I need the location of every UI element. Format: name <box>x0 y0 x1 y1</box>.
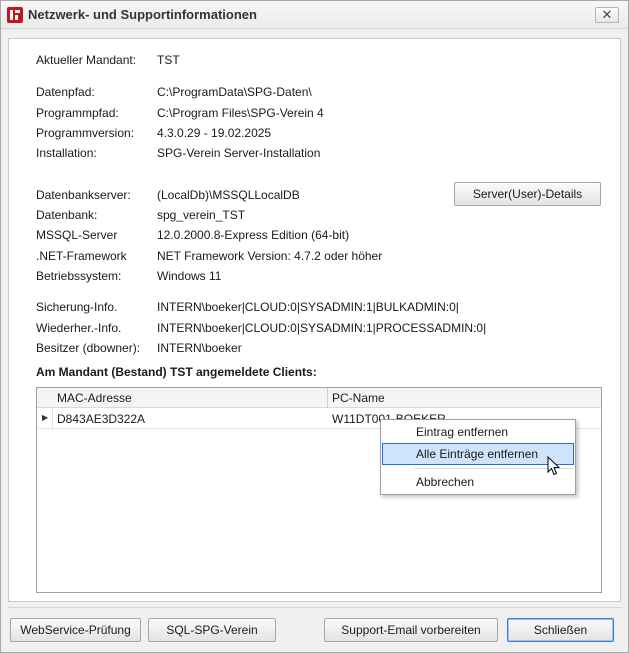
wiederher-value: INTERN\boeker|CLOUD:0|SYSADMIN:1|PROCESS… <box>157 321 487 335</box>
menu-item-cancel[interactable]: Abbrechen <box>382 471 574 493</box>
sql-spg-verein-button[interactable]: SQL-SPG-Verein <box>148 618 276 642</box>
wiederher-label: Wiederher.-Info. <box>36 321 122 335</box>
installation-value: SPG-Verein Server-Installation <box>157 146 321 160</box>
datenbankserver-label: Datenbankserver: <box>36 188 131 202</box>
column-divider[interactable] <box>327 388 328 408</box>
title-bar[interactable]: Netzwerk- und Supportinformationen ✕ <box>1 1 628 29</box>
close-window-button[interactable]: ✕ <box>595 7 619 23</box>
mandant-label: Aktueller Mandant: <box>36 53 137 67</box>
os-label: Betriebssystem: <box>36 269 122 283</box>
footer-divider <box>8 607 621 608</box>
dotnet-label: .NET-Framework <box>36 249 127 263</box>
mssql-label: MSSQL-Server <box>36 228 118 242</box>
programmversion-label: Programmversion: <box>36 126 135 140</box>
datenpfad-label: Datenpfad: <box>36 85 95 99</box>
datenbank-value: spg_verein_TST <box>157 208 246 222</box>
datenpfad-value: C:\ProgramData\SPG-Daten\ <box>157 85 312 99</box>
column-header-pc-name[interactable]: PC-Name <box>332 391 385 405</box>
sicherung-label: Sicherung-Info. <box>36 300 118 314</box>
os-value: Windows 11 <box>157 269 222 283</box>
datenbank-label: Datenbank: <box>36 208 98 222</box>
window-title: Netzwerk- und Supportinformationen <box>28 7 257 22</box>
row-pointer-icon: ▶ <box>42 413 49 422</box>
mouse-cursor-icon <box>547 456 561 476</box>
menu-item-remove-all-entries[interactable]: Alle Einträge entfernen <box>382 443 574 465</box>
mac-cell[interactable]: D843AE3D322A <box>57 412 145 426</box>
server-user-details-button[interactable]: Server(User)-Details <box>454 182 601 206</box>
installation-label: Installation: <box>36 146 97 160</box>
programmversion-value: 4.3.0.29 - 19.02.2025 <box>157 126 272 140</box>
besitzer-value: INTERN\boeker <box>157 341 242 355</box>
dialog-window: Netzwerk- und Supportinformationen ✕ Akt… <box>0 0 629 653</box>
besitzer-label: Besitzer (dbowner): <box>36 341 141 355</box>
programmpfad-label: Programmpfad: <box>36 106 119 120</box>
datenbankserver-value: (LocalDb)\MSSQLLocalDB <box>157 188 300 202</box>
row-indicator: ▶ <box>37 409 53 429</box>
grid-header: MAC-Adresse PC-Name <box>37 388 601 408</box>
column-header-mac[interactable]: MAC-Adresse <box>57 391 132 405</box>
mssql-value: 12.0.2000.8-Express Edition (64-bit) <box>157 228 350 242</box>
close-button[interactable]: Schließen <box>507 618 614 642</box>
support-email-button[interactable]: Support-Email vorbereiten <box>324 618 498 642</box>
info-panel: Aktueller Mandant: TST Datenpfad: C:\Pro… <box>8 38 621 602</box>
sicherung-value: INTERN\boeker|CLOUD:0|SYSADMIN:1|BULKADM… <box>157 300 459 314</box>
app-logo-icon <box>7 7 23 23</box>
mandant-value: TST <box>157 53 180 67</box>
clients-section-title: Am Mandant (Bestand) TST angemeldete Cli… <box>36 365 317 379</box>
menu-item-remove-entry[interactable]: Eintrag entfernen <box>382 421 574 443</box>
webservice-check-button[interactable]: WebService-Prüfung <box>10 618 141 642</box>
programmpfad-value: C:\Program Files\SPG-Verein 4 <box>157 106 324 120</box>
dotnet-value: NET Framework Version: 4.7.2 oder höher <box>157 249 383 263</box>
